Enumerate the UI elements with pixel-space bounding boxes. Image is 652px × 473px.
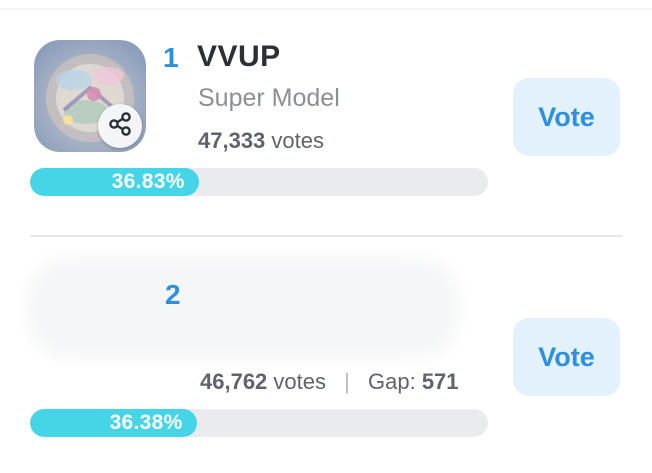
vote-count-number: 47,333	[198, 128, 266, 153]
song-title: Super Model	[198, 84, 340, 112]
vote-button[interactable]: Vote	[513, 318, 620, 396]
vote-progress-fill: 36.38%	[30, 409, 197, 437]
share-button[interactable]	[98, 104, 142, 148]
artist-name[interactable]: VVUP	[197, 40, 281, 74]
ranking-list: 1 VVUP Super Model 47,333 votes Vote 36.…	[0, 0, 652, 473]
vote-progress-fill: 36.83%	[30, 168, 199, 196]
share-icon	[107, 111, 133, 142]
redacted-artist-info	[28, 258, 458, 358]
vote-percent-label: 36.83%	[111, 170, 185, 193]
vote-button[interactable]: Vote	[513, 78, 620, 156]
vote-count-number: 46,762	[200, 369, 268, 394]
artist-avatar-wrap	[34, 40, 146, 152]
vote-percent-label: 36.38%	[109, 411, 183, 434]
rank-number: 1	[163, 42, 179, 73]
vote-count: 47,333 votes	[198, 128, 324, 154]
gap-label: Gap:	[367, 369, 416, 394]
gap-value: 571	[421, 369, 459, 394]
vote-count-word: votes	[273, 369, 327, 394]
separator: |	[344, 369, 350, 394]
entry-divider	[30, 235, 622, 237]
vote-progress-bar: 36.38%	[30, 409, 488, 437]
vote-count: 46,762 votes | Gap: 571	[200, 369, 459, 395]
vote-progress-bar: 36.83%	[30, 168, 488, 196]
rank-number: 2	[165, 279, 181, 310]
top-divider	[0, 8, 652, 10]
vote-count-word: votes	[271, 128, 325, 153]
